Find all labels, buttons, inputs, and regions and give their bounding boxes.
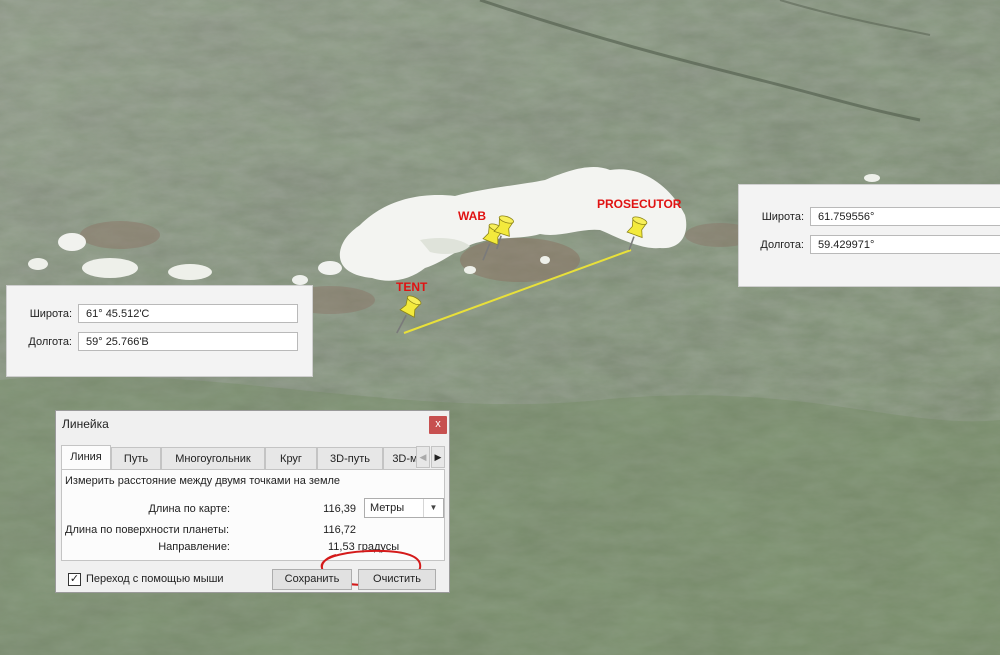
latitude-field[interactable]: 61° 45.512'С [78,304,298,323]
pin-label-tent[interactable]: TENT [396,280,427,294]
latitude-label: Широта: [761,210,804,223]
longitude-field[interactable]: 59° 25.766'В [78,332,298,351]
map-length-value: 116,39 [323,503,356,515]
surface-length-label: Длина по поверхности планеты: [65,524,230,536]
latitude-field[interactable]: 61.759556° [810,207,1000,226]
right-coordinates-panel: Широта: 61.759556° Долгота: 59.429971° [738,184,1000,287]
measure-description: Измерить расстояние между двумя точками … [65,475,341,487]
tab-line[interactable]: Линия [61,445,111,469]
unit-selected-value: Метры [370,502,405,514]
tab-panel-line: Измерить расстояние между двумя точками … [61,469,445,587]
chevron-down-icon[interactable]: ▼ [423,499,443,517]
surface-length-value: 116,72 [323,524,356,536]
left-coordinates-panel: Широта: 61° 45.512'С Долгота: 59° 25.766… [6,285,313,377]
map-length-label: Длина по карте: [148,503,230,515]
pin-label-prosecutor[interactable]: PROSECUTOR [597,197,681,211]
mouse-navigation-label[interactable]: Переход с помощью мыши [86,573,224,585]
close-button[interactable]: x [429,416,447,434]
tab-polygon[interactable]: Многоугольник [161,447,265,469]
heading-label: Направление: [158,541,230,553]
clear-button[interactable]: Очистить [358,569,436,590]
mouse-navigation-checkbox[interactable]: ✓ [68,573,81,586]
unit-dropdown[interactable]: Метры ▼ [364,498,444,518]
longitude-label: Долгота: [28,335,72,348]
save-button[interactable]: Сохранить [272,569,352,590]
tab-scroll-right-button[interactable]: ▶ [431,446,445,468]
latitude-label: Широта: [29,307,72,320]
tab-path[interactable]: Путь [111,447,161,469]
tab-3d-polygon[interactable]: 3D-мн [383,447,416,469]
tab-bar: Линия Путь Многоугольник Круг 3D-путь 3D… [61,445,416,469]
heading-value: 11,53 градусы [328,541,400,553]
tab-circle[interactable]: Круг [265,447,317,469]
pin-label-wab[interactable]: WAB [458,209,486,223]
tab-3d-path[interactable]: 3D-путь [317,447,383,469]
tab-scroll-left-button[interactable]: ◀ [416,446,430,468]
dialog-title: Линейка [62,417,109,431]
longitude-field[interactable]: 59.429971° [810,235,1000,254]
ruler-dialog: Линейка x Линия Путь Многоугольник Круг … [55,410,450,593]
longitude-label: Долгота: [760,238,804,251]
